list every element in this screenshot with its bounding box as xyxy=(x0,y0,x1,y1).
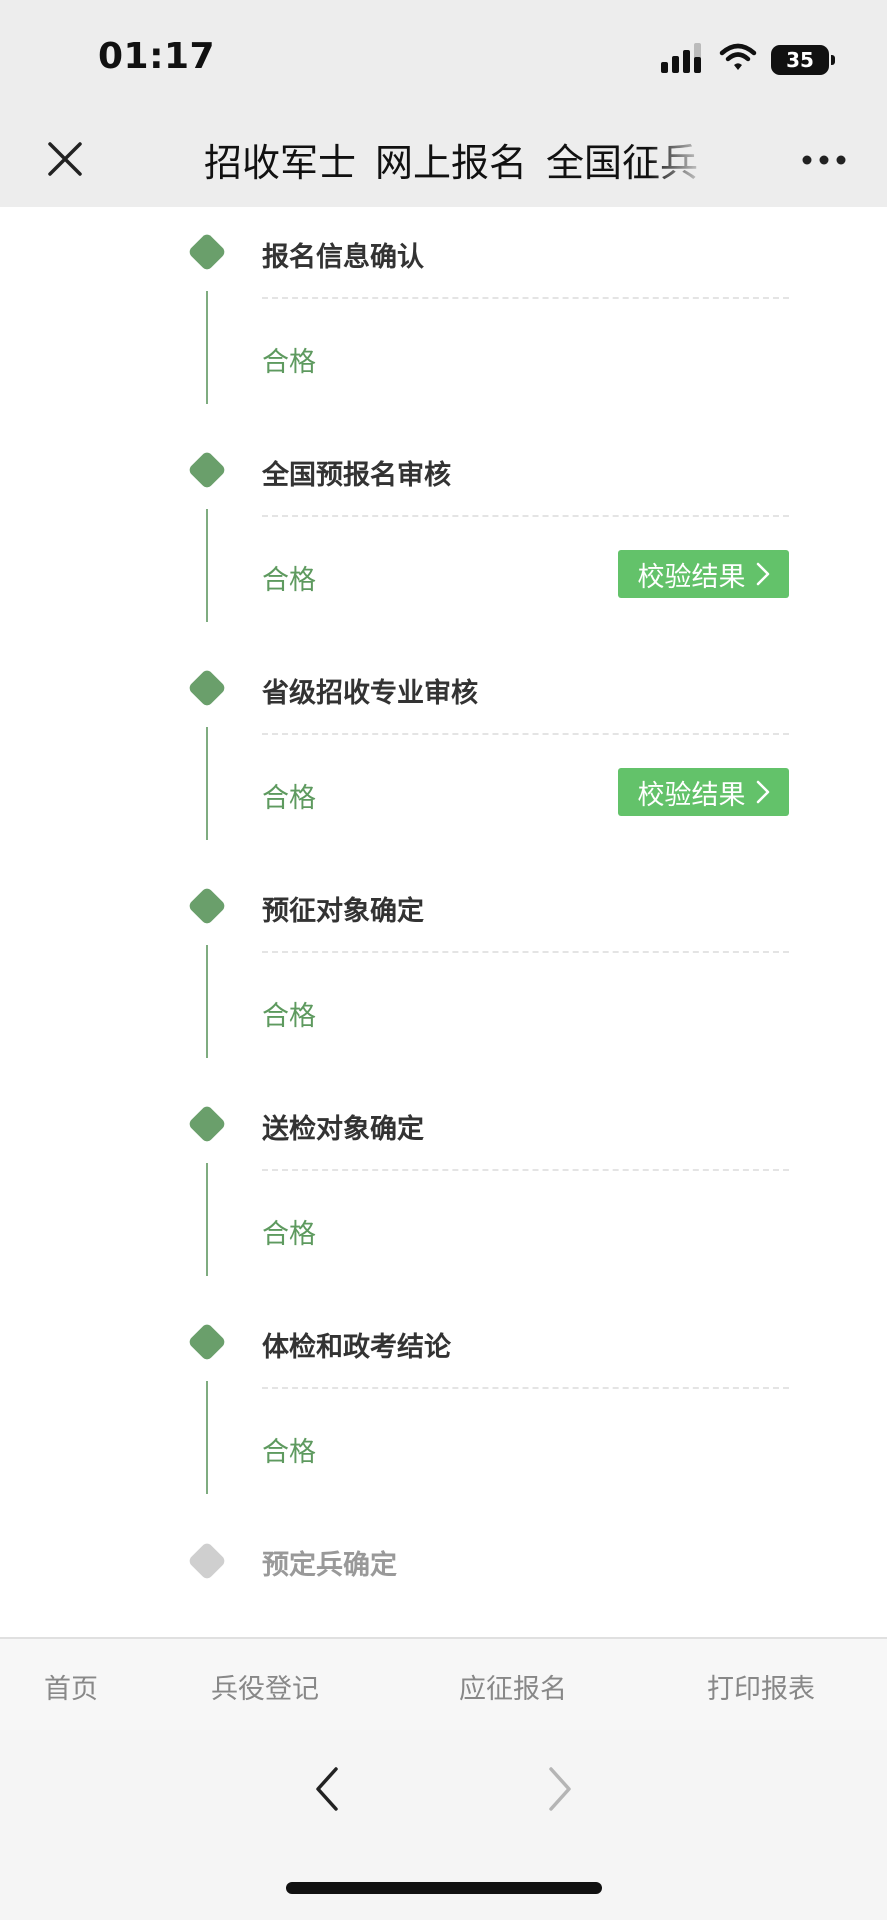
signal-icon xyxy=(661,43,705,77)
timeline-step: 报名信息确认 合格 xyxy=(0,207,887,425)
step-node-icon xyxy=(187,668,227,708)
chevron-right-icon xyxy=(756,562,769,586)
verify-result-label: 校验结果 xyxy=(637,779,746,811)
page-title: 招收军士_网上报名_全国征兵 xyxy=(204,141,699,182)
tab-print-report[interactable]: 打印报表 xyxy=(707,1667,815,1706)
verify-result-button[interactable]: 校验结果 xyxy=(618,550,789,598)
more-button[interactable] xyxy=(796,140,852,180)
step-status: 合格 xyxy=(262,1437,316,1468)
step-divider xyxy=(262,1169,789,1171)
step-title: 体检和政考结论 xyxy=(262,1332,451,1363)
step-status: 合格 xyxy=(262,1001,316,1032)
wifi-icon xyxy=(719,43,757,77)
step-title: 预征对象确定 xyxy=(262,896,424,927)
timeline-connector xyxy=(206,291,208,404)
timeline-step: 体检和政考结论 合格 xyxy=(0,1297,887,1515)
close-icon xyxy=(48,142,82,176)
step-status: 合格 xyxy=(262,347,316,378)
status-icons: 35 xyxy=(661,42,835,78)
step-node-icon xyxy=(187,232,227,272)
step-node-icon xyxy=(187,886,227,926)
timeline-step: 送检对象确定 合格 xyxy=(0,1079,887,1297)
step-node-icon xyxy=(187,1322,227,1362)
step-divider xyxy=(262,1387,789,1389)
home-indicator[interactable] xyxy=(286,1882,602,1894)
browser-navigation xyxy=(0,1730,887,1920)
top-area: 01:17 35 招收军士_网上报名_全国征兵 xyxy=(0,0,887,207)
timeline-connector xyxy=(206,509,208,622)
timeline-step: 省级招收专业审核 合格 校验结果 xyxy=(0,643,887,861)
verify-result-label: 校验结果 xyxy=(637,561,746,593)
timeline-connector xyxy=(206,945,208,1058)
battery-level: 35 xyxy=(786,48,814,72)
step-node-icon xyxy=(187,450,227,490)
back-button[interactable] xyxy=(312,1764,342,1814)
chevron-right-icon xyxy=(756,780,769,804)
step-divider xyxy=(262,515,789,517)
step-divider xyxy=(262,297,789,299)
nav-bar: 招收军士_网上报名_全国征兵 xyxy=(0,110,887,207)
timeline-step: 全国预报名审核 合格 校验结果 xyxy=(0,425,887,643)
tab-home[interactable]: 首页 xyxy=(44,1667,98,1706)
step-status: 合格 xyxy=(262,783,316,814)
timeline-connector xyxy=(206,727,208,840)
step-node-icon xyxy=(187,1541,227,1581)
step-title: 省级招收专业审核 xyxy=(262,678,478,709)
status-time: 01:17 xyxy=(98,36,216,77)
step-divider xyxy=(262,951,789,953)
bottom-tab-bar: 首页 兵役登记 应征报名 打印报表 xyxy=(0,1637,887,1730)
step-status: 合格 xyxy=(262,565,316,596)
timeline-connector xyxy=(206,1163,208,1276)
timeline-connector xyxy=(206,1381,208,1494)
battery-icon: 35 xyxy=(771,45,835,75)
tab-military-registration[interactable]: 兵役登记 xyxy=(211,1667,319,1706)
step-status: 合格 xyxy=(262,1219,316,1250)
page: 01:17 35 招收军士_网上报名_全国征兵 报名信息确认 合格 全国预报名审… xyxy=(0,0,887,1920)
step-divider xyxy=(262,733,789,735)
step-title: 送检对象确定 xyxy=(262,1114,424,1145)
step-node-icon xyxy=(187,1104,227,1144)
forward-button[interactable] xyxy=(545,1764,575,1814)
timeline: 报名信息确认 合格 全国预报名审核 合格 校验结果 省级招收专业审核 合格 校验… xyxy=(0,207,887,1637)
status-bar: 01:17 35 xyxy=(0,0,887,110)
timeline-step: 预征对象确定 合格 xyxy=(0,861,887,1079)
more-icon xyxy=(802,155,846,165)
timeline-step: 预定兵确定 xyxy=(0,1515,887,1615)
step-title: 报名信息确认 xyxy=(262,242,424,273)
chevron-left-icon xyxy=(316,1767,338,1811)
chevron-right-icon xyxy=(549,1767,571,1811)
tab-enlistment-signup[interactable]: 应征报名 xyxy=(459,1667,567,1706)
step-title: 全国预报名审核 xyxy=(262,460,451,491)
step-title: 预定兵确定 xyxy=(262,1550,397,1581)
verify-result-button[interactable]: 校验结果 xyxy=(618,768,789,816)
close-button[interactable] xyxy=(40,134,90,184)
